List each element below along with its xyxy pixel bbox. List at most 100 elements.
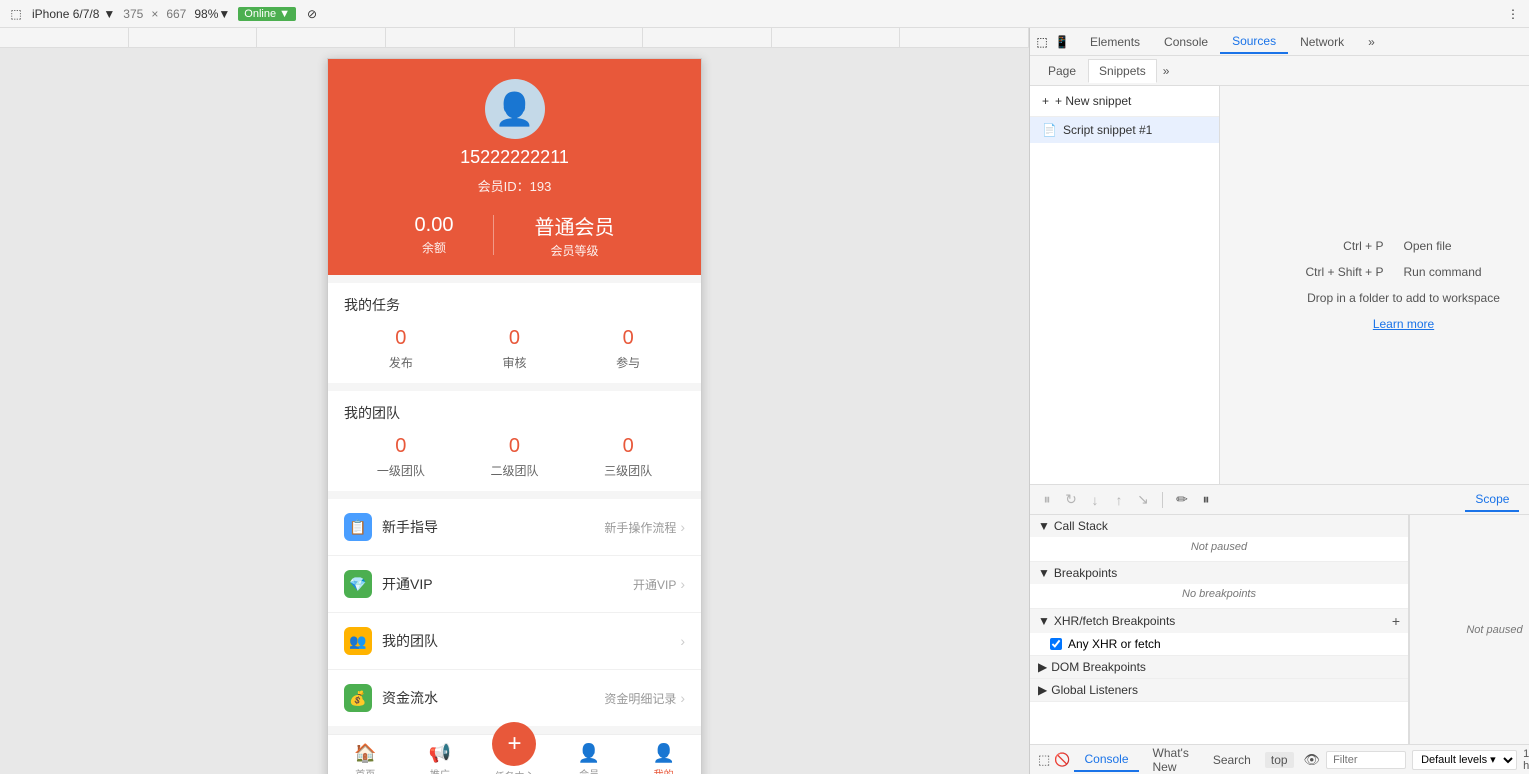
- top-toolbar: ⬚ iPhone 6/7/8 ▼ 375 × 667 98%▼ Online ▼…: [0, 0, 1529, 28]
- snippet-icon: 📄: [1042, 123, 1057, 137]
- xhr-add-btn[interactable]: +: [1392, 613, 1400, 629]
- call-stack-title: Call Stack: [1054, 519, 1108, 533]
- balance-stat: 0.00 余额: [415, 214, 454, 256]
- scope-not-paused: Not paused: [1410, 515, 1529, 744]
- console-dock-icon[interactable]: ⬚: [1038, 752, 1050, 768]
- toggle-device-toolbar[interactable]: ⬚: [8, 6, 24, 22]
- network-status[interactable]: Online ▼: [238, 7, 296, 21]
- shortcut-run-action: Run command: [1404, 265, 1482, 279]
- zoom-selector[interactable]: 98%▼: [194, 7, 230, 21]
- profile-stats: 0.00 余额 普通会员 会员等级: [344, 203, 685, 259]
- console-bottom-bar: ⬚ 🚫 Console What's New Search top 👁 Defa…: [1030, 744, 1529, 774]
- profile-member-id: 会员ID：193: [478, 176, 552, 195]
- device-name: iPhone 6/7/8: [32, 7, 99, 21]
- global-listeners-header[interactable]: ▶ Global Listeners: [1030, 679, 1408, 701]
- devtools-device-icon[interactable]: 📱: [1054, 34, 1070, 50]
- global-title: Global Listeners: [1051, 683, 1138, 697]
- nav-mine[interactable]: 👤 我的: [626, 735, 701, 774]
- ruler-seg-3: [257, 28, 386, 47]
- home-label: 首页: [355, 766, 375, 774]
- more-toolbar-icon[interactable]: ⋮: [1505, 6, 1521, 22]
- breakpoints-arrow: ▼: [1038, 566, 1050, 580]
- new-snippet-button[interactable]: + + New snippet: [1030, 86, 1219, 117]
- vip-label: 开通VIP: [382, 574, 633, 594]
- step-into-btn[interactable]: ↓: [1086, 491, 1104, 509]
- funds-icon: 💰: [344, 684, 372, 712]
- debugger-content: ▼ Call Stack Not paused ▼ Breakpoints: [1030, 515, 1529, 744]
- console-tab[interactable]: Console: [1074, 748, 1138, 772]
- funds-right: 资金明细记录 ›: [604, 690, 685, 707]
- pause-btn[interactable]: ⏸: [1038, 491, 1056, 509]
- team-level2: 0 二级团队: [490, 435, 538, 479]
- task-participate-num: 0: [616, 327, 640, 350]
- scope-watch-panel: Not paused: [1409, 515, 1529, 744]
- team-level1-label: 一级团队: [377, 462, 425, 479]
- xhr-item-label: Any XHR or fetch: [1068, 637, 1161, 651]
- console-eye-icon[interactable]: 👁: [1304, 752, 1321, 768]
- console-block-icon[interactable]: 🚫: [1054, 752, 1070, 768]
- task-review: 0 审核: [502, 327, 526, 371]
- nav-home[interactable]: 🏠 首页: [328, 735, 403, 774]
- device-dropdown-icon: ▼: [103, 7, 115, 21]
- deactivate-btn[interactable]: ✏: [1173, 491, 1191, 509]
- more-options-icon[interactable]: ⊘: [304, 6, 320, 22]
- call-stack-header[interactable]: ▼ Call Stack: [1030, 515, 1408, 537]
- snippet-item-1[interactable]: 📄 Script snippet #1: [1030, 117, 1219, 143]
- breakpoints-header[interactable]: ▼ Breakpoints: [1030, 562, 1408, 584]
- menu-item-team[interactable]: 👥 我的团队 ›: [328, 613, 701, 670]
- dom-breakpoints-header[interactable]: ▶ DOM Breakpoints: [1030, 656, 1408, 678]
- devtools-dock-icon[interactable]: ⬚: [1034, 34, 1050, 50]
- console-icons-left: ⬚ 🚫: [1038, 752, 1070, 768]
- src-tab-more[interactable]: »: [1163, 64, 1170, 78]
- mine-label: 我的: [654, 766, 674, 774]
- tab-more[interactable]: »: [1356, 31, 1387, 53]
- pause-exceptions-btn[interactable]: ⏸: [1197, 491, 1215, 509]
- tab-sources[interactable]: Sources: [1220, 30, 1288, 54]
- xhr-title: XHR/fetch Breakpoints: [1054, 614, 1175, 628]
- tasks-center-icon: +: [492, 722, 536, 766]
- log-level-select[interactable]: Default levels ▾: [1412, 750, 1517, 770]
- debugger-left-panel: ▼ Call Stack Not paused ▼ Breakpoints: [1030, 515, 1409, 744]
- snippet-name: Script snippet #1: [1063, 123, 1152, 137]
- step-btn[interactable]: ↘: [1134, 491, 1152, 509]
- debug-right: Scope Watch: [1465, 488, 1529, 512]
- watch-tab[interactable]: Watch: [1525, 489, 1529, 511]
- console-filter-input[interactable]: [1326, 751, 1406, 769]
- scope-tab[interactable]: Scope: [1465, 488, 1519, 512]
- whats-new-tab[interactable]: What's New: [1143, 742, 1199, 774]
- menu-item-vip[interactable]: 💎 开通VIP 开通VIP ›: [328, 556, 701, 613]
- step-over-btn[interactable]: ↻: [1062, 491, 1080, 509]
- team-label: 我的团队: [382, 631, 680, 651]
- src-tab-snippets[interactable]: Snippets: [1088, 59, 1157, 83]
- snippets-main-area: Ctrl + P Open file Ctrl + Shift + P Run …: [1220, 86, 1529, 484]
- tab-network[interactable]: Network: [1288, 31, 1356, 53]
- nav-member[interactable]: 👤 会员: [552, 735, 627, 774]
- tab-elements[interactable]: Elements: [1078, 31, 1152, 53]
- nav-promote[interactable]: 📢 推广: [403, 735, 478, 774]
- nav-tasks[interactable]: + 任务中心: [477, 735, 552, 774]
- viewport-height: 667: [166, 7, 186, 21]
- task-publish: 0 发布: [389, 327, 413, 371]
- my-tasks-title: 我的任务: [344, 295, 685, 315]
- call-stack-content: Not paused: [1030, 537, 1408, 561]
- search-tab[interactable]: Search: [1203, 749, 1261, 771]
- xhr-checkbox[interactable]: [1050, 638, 1062, 650]
- stat-divider: [493, 215, 494, 255]
- tab-console[interactable]: Console: [1152, 31, 1220, 53]
- step-out-btn[interactable]: ↑: [1110, 491, 1128, 509]
- team-level3-label: 三级团队: [604, 462, 652, 479]
- team-icon: 👥: [344, 627, 372, 655]
- phone-screen: 👤 15222222211 会员ID：193 0.00 余额 普通会员 会员等级: [327, 58, 702, 774]
- menu-item-guide[interactable]: 📋 新手指导 新手操作流程 ›: [328, 499, 701, 556]
- device-selector[interactable]: iPhone 6/7/8 ▼: [32, 7, 115, 21]
- task-review-num: 0: [502, 327, 526, 350]
- ruler-seg-8: [900, 28, 1029, 47]
- menu-item-funds[interactable]: 💰 资金流水 资金明细记录 ›: [328, 670, 701, 726]
- learn-more-link[interactable]: Learn more: [1373, 317, 1434, 331]
- team-level2-num: 0: [490, 435, 538, 458]
- viewport-separator: ×: [151, 7, 158, 21]
- task-review-label: 审核: [502, 354, 526, 371]
- xhr-breakpoints-header[interactable]: ▼ XHR/fetch Breakpoints +: [1030, 609, 1408, 633]
- shortcut-open-keys: Ctrl + P: [1264, 239, 1384, 253]
- src-tab-page[interactable]: Page: [1038, 60, 1086, 82]
